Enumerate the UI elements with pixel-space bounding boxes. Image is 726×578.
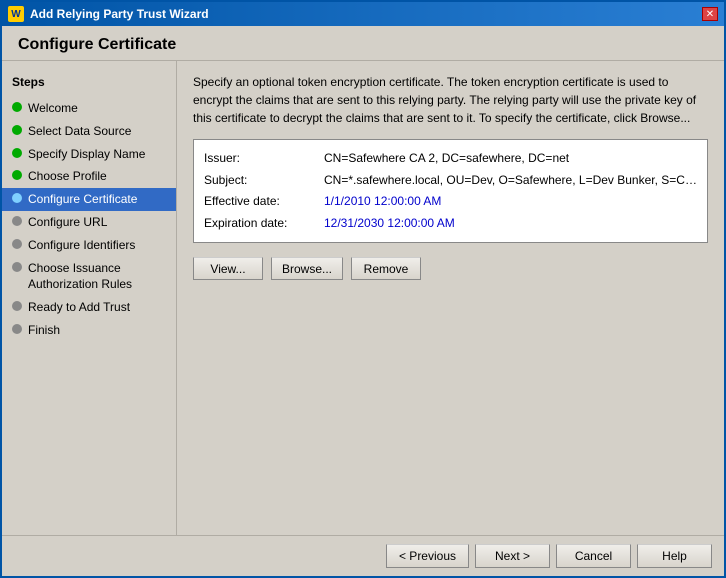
step-dot-configure-certificate: [12, 193, 22, 203]
help-button[interactable]: Help: [637, 544, 712, 568]
cert-issuer-row: Issuer: CN=Safewhere CA 2, DC=safewhere,…: [204, 148, 697, 170]
step-dot-choose-issuance: [12, 262, 22, 272]
close-button[interactable]: ✕: [702, 7, 718, 21]
page-title: Configure Certificate: [2, 26, 724, 61]
sidebar-item-choose-profile[interactable]: Choose Profile: [2, 165, 176, 188]
step-dot-select-data-source: [12, 125, 22, 135]
cert-effective-label: Effective date:: [204, 191, 324, 213]
sidebar-item-finish[interactable]: Finish: [2, 319, 176, 342]
cert-issuer-label: Issuer:: [204, 148, 324, 170]
bottom-bar: < Previous Next > Cancel Help: [2, 535, 724, 576]
title-bar: W Add Relying Party Trust Wizard ✕: [2, 2, 724, 26]
cert-expiration-label: Expiration date:: [204, 213, 324, 235]
next-button[interactable]: Next >: [475, 544, 550, 568]
step-dot-configure-identifiers: [12, 239, 22, 249]
sidebar-item-select-data-source[interactable]: Select Data Source: [2, 120, 176, 143]
sidebar-label-choose-profile: Choose Profile: [28, 168, 166, 185]
cert-expiration-value: 12/31/2030 12:00:00 AM: [324, 213, 697, 235]
window-content: Configure Certificate Steps Welcome Sele…: [2, 26, 724, 576]
sidebar-item-display-name[interactable]: Specify Display Name: [2, 143, 176, 166]
cert-issuer-value: CN=Safewhere CA 2, DC=safewhere, DC=net: [324, 148, 697, 170]
sidebar-item-configure-url[interactable]: Configure URL: [2, 211, 176, 234]
sidebar-item-configure-certificate[interactable]: Configure Certificate: [2, 188, 176, 211]
certificate-box: Issuer: CN=Safewhere CA 2, DC=safewhere,…: [193, 139, 708, 243]
cancel-button[interactable]: Cancel: [556, 544, 631, 568]
step-dot-welcome: [12, 102, 22, 112]
cert-subject-label: Subject:: [204, 170, 324, 192]
cert-expiration-row: Expiration date: 12/31/2030 12:00:00 AM: [204, 213, 697, 235]
wizard-icon: W: [8, 6, 24, 22]
step-dot-display-name: [12, 148, 22, 158]
remove-button[interactable]: Remove: [351, 257, 421, 280]
sidebar-label-ready-to-add: Ready to Add Trust: [28, 299, 166, 316]
wizard-window: W Add Relying Party Trust Wizard ✕ Confi…: [0, 0, 726, 578]
cert-effective-value: 1/1/2010 12:00:00 AM: [324, 191, 697, 213]
sidebar: Steps Welcome Select Data Source Specify…: [2, 61, 177, 535]
sidebar-item-configure-identifiers[interactable]: Configure Identifiers: [2, 234, 176, 257]
sidebar-label-configure-certificate: Configure Certificate: [28, 191, 166, 208]
sidebar-label-select-data-source: Select Data Source: [28, 123, 166, 140]
previous-button[interactable]: < Previous: [386, 544, 469, 568]
action-buttons: View... Browse... Remove: [193, 257, 708, 280]
sidebar-item-choose-issuance[interactable]: Choose Issuance Authorization Rules: [2, 257, 176, 297]
step-dot-finish: [12, 324, 22, 334]
sidebar-label-welcome: Welcome: [28, 100, 166, 117]
sidebar-label-finish: Finish: [28, 322, 166, 339]
main-area: Steps Welcome Select Data Source Specify…: [2, 61, 724, 535]
cert-subject-value: CN=*.safewhere.local, OU=Dev, O=Safewher…: [324, 170, 697, 192]
step-dot-ready-to-add: [12, 301, 22, 311]
content-area: Specify an optional token encryption cer…: [177, 61, 724, 535]
browse-button[interactable]: Browse...: [271, 257, 343, 280]
description-text: Specify an optional token encryption cer…: [193, 73, 708, 127]
sidebar-label-configure-identifiers: Configure Identifiers: [28, 237, 166, 254]
cert-subject-row: Subject: CN=*.safewhere.local, OU=Dev, O…: [204, 170, 697, 192]
sidebar-item-ready-to-add[interactable]: Ready to Add Trust: [2, 296, 176, 319]
view-button[interactable]: View...: [193, 257, 263, 280]
step-dot-choose-profile: [12, 170, 22, 180]
sidebar-label-choose-issuance: Choose Issuance Authorization Rules: [28, 260, 166, 294]
title-bar-left: W Add Relying Party Trust Wizard: [8, 6, 209, 22]
sidebar-label-configure-url: Configure URL: [28, 214, 166, 231]
sidebar-title: Steps: [2, 71, 176, 97]
cert-effective-row: Effective date: 1/1/2010 12:00:00 AM: [204, 191, 697, 213]
title-bar-text: Add Relying Party Trust Wizard: [30, 7, 209, 21]
step-dot-configure-url: [12, 216, 22, 226]
sidebar-item-welcome[interactable]: Welcome: [2, 97, 176, 120]
sidebar-label-display-name: Specify Display Name: [28, 146, 166, 163]
